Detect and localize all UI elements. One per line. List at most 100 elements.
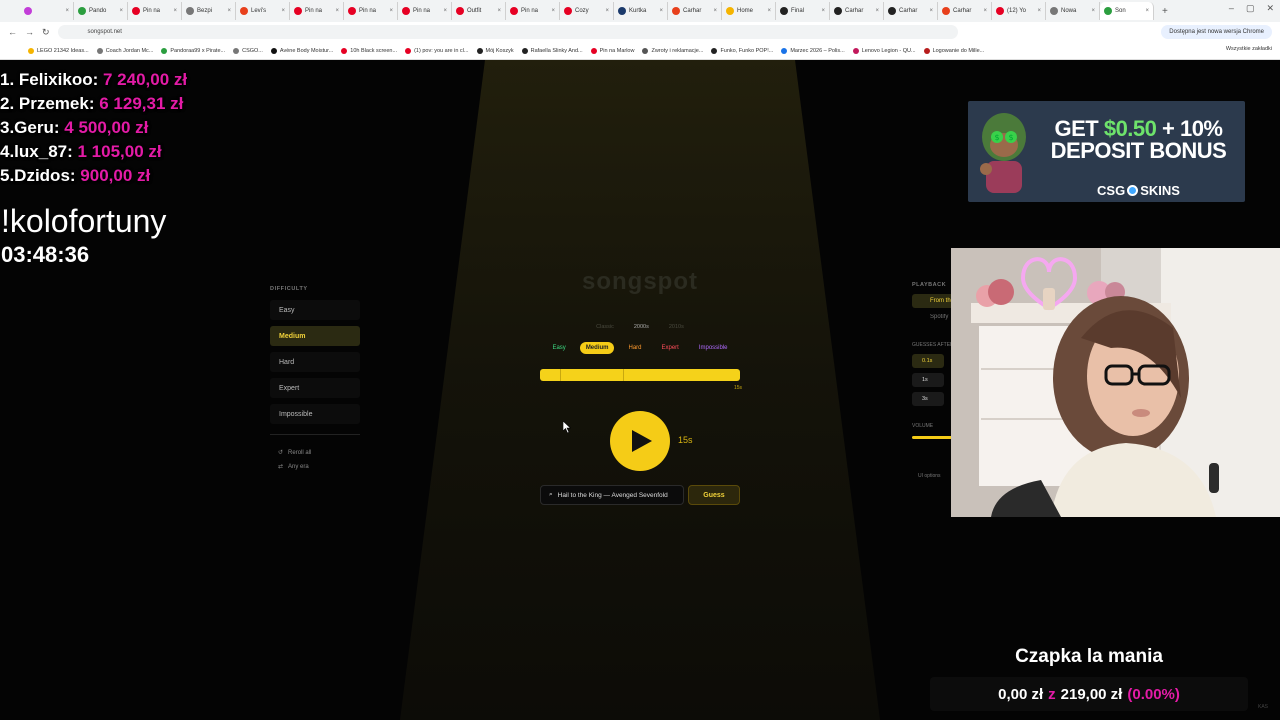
- browser-tab[interactable]: Pin na ×: [398, 2, 452, 20]
- difficulty-item-impossible[interactable]: Impossible: [270, 404, 360, 424]
- era-option[interactable]: 2010s: [669, 324, 684, 330]
- song-search-input[interactable]: ⌕ Hail to the King — Avenged Sevenfold: [540, 485, 684, 505]
- tab-close-icon[interactable]: ×: [281, 8, 285, 14]
- era-option[interactable]: 2000s: [634, 324, 649, 330]
- song-progress-bar[interactable]: [540, 369, 740, 381]
- new-tab-icon[interactable]: +: [1154, 6, 1176, 17]
- browser-tab[interactable]: Final ×: [776, 2, 830, 20]
- browser-tab[interactable]: Nowa ×: [1046, 2, 1100, 20]
- csgoskins-ad-banner[interactable]: $ $ GET $0.50 + 10% DEPOSIT BONUS CSG SK…: [968, 101, 1245, 202]
- close-icon[interactable]: ✕: [1266, 3, 1274, 14]
- browser-tab[interactable]: Pin na ×: [506, 2, 560, 20]
- difficulty-item-easy[interactable]: Easy: [270, 300, 360, 320]
- tab-close-icon[interactable]: ×: [1145, 8, 1149, 14]
- browser-tab[interactable]: Home ×: [722, 2, 776, 20]
- browser-tab[interactable]: Son ×: [1100, 2, 1154, 20]
- tab-close-icon[interactable]: ×: [1037, 8, 1041, 14]
- tab-close-icon[interactable]: ×: [119, 8, 123, 14]
- url-field[interactable]: songspot.net: [57, 25, 958, 39]
- maximize-icon[interactable]: ▢: [1246, 3, 1255, 14]
- bookmark-item[interactable]: (1) pov: you are in cl...: [405, 47, 469, 54]
- all-bookmarks-button[interactable]: Wszystkie zakładki: [1219, 46, 1272, 52]
- tab-close-icon[interactable]: ×: [443, 8, 447, 14]
- leaderboard-name: 4.lux_87:: [0, 142, 73, 161]
- ui-options-link[interactable]: UI options: [912, 473, 952, 479]
- tab-close-icon[interactable]: ×: [551, 8, 555, 14]
- browser-tab[interactable]: Cozy ×: [560, 2, 614, 20]
- tab-close-icon[interactable]: ×: [659, 8, 663, 14]
- tab-favicon-icon: [186, 7, 194, 15]
- tab-close-icon[interactable]: ×: [821, 8, 825, 14]
- bookmark-item[interactable]: CSGO...: [233, 47, 263, 54]
- bookmark-item[interactable]: Lenovo Legion - QU...: [852, 47, 916, 54]
- difficulty-item-expert[interactable]: Expert: [270, 378, 360, 398]
- bookmark-item[interactable]: Pin na Marlow: [590, 47, 634, 54]
- browser-tab[interactable]: Carhar ×: [938, 2, 992, 20]
- any-era-button[interactable]: ⇄ Any era: [270, 463, 360, 471]
- minimize-icon[interactable]: –: [1229, 3, 1234, 14]
- bookmark-item[interactable]: LEGO 21342 Ideas...: [28, 47, 89, 54]
- reload-icon[interactable]: ↻: [42, 27, 50, 38]
- browser-tab[interactable]: Carhar ×: [830, 2, 884, 20]
- bookmark-item[interactable]: Zwroty i reklamacje...: [642, 47, 703, 54]
- from-start-option[interactable]: From the start: [912, 294, 952, 308]
- difficulty-item-hard[interactable]: Hard: [270, 352, 360, 372]
- back-icon[interactable]: ←: [8, 27, 17, 37]
- browser-tab[interactable]: Carhar ×: [668, 2, 722, 20]
- bookmark-item[interactable]: Pandoraa99 x Pirate...: [161, 47, 226, 54]
- browser-tab[interactable]: Kurtka ×: [614, 2, 668, 20]
- bookmark-item[interactable]: Logowanie do Mille...: [923, 47, 984, 54]
- tab-close-icon[interactable]: ×: [1091, 8, 1095, 14]
- tab-close-icon[interactable]: ×: [605, 8, 609, 14]
- forward-icon[interactable]: →: [25, 27, 34, 37]
- browser-tab[interactable]: Pin na ×: [344, 2, 398, 20]
- bookmark-item[interactable]: Mój Koszyk: [476, 47, 514, 54]
- bookmark-item[interactable]: Marzec 2026 – Polis...: [781, 47, 845, 54]
- pill-easy[interactable]: Easy: [546, 342, 571, 354]
- tab-close-icon[interactable]: ×: [929, 8, 933, 14]
- bookmark-item[interactable]: Avène Body Moistur...: [270, 47, 333, 54]
- bookmark-item[interactable]: 10h Black screen...: [341, 47, 397, 54]
- tab-close-icon[interactable]: ×: [497, 8, 501, 14]
- difficulty-item-medium[interactable]: Medium: [270, 326, 360, 346]
- pill-medium[interactable]: Medium: [579, 342, 615, 354]
- guess-after-chip[interactable]: 1s: [912, 373, 944, 387]
- play-button[interactable]: [610, 411, 670, 471]
- reroll-all-button[interactable]: ↺ Reroll all: [270, 449, 360, 457]
- tab-close-icon[interactable]: ×: [713, 8, 717, 14]
- guess-after-chip[interactable]: 3s: [912, 392, 944, 406]
- tab-close-icon[interactable]: ×: [983, 8, 987, 14]
- guess-button[interactable]: Guess: [688, 485, 740, 505]
- tab-close-icon[interactable]: ×: [227, 8, 231, 14]
- browser-tab[interactable]: Levi's ×: [236, 2, 290, 20]
- browser-tab[interactable]: Pin na ×: [128, 2, 182, 20]
- pill-expert[interactable]: Expert: [656, 342, 685, 354]
- tab-close-icon[interactable]: ×: [173, 8, 177, 14]
- chrome-update-chip[interactable]: Dostępna jest nowa wersja Chrome: [1161, 25, 1272, 39]
- browser-tab[interactable]: Outfit ×: [452, 2, 506, 20]
- bookmark-item[interactable]: Rafaella Slinky And...: [521, 47, 583, 54]
- browser-tab[interactable]: Carhar ×: [884, 2, 938, 20]
- bookmark-label: Pandoraa99 x Pirate...: [170, 47, 226, 54]
- browser-tab[interactable]: (12) Yo ×: [992, 2, 1046, 20]
- difficulty-title: DIFFICULTY: [270, 286, 308, 292]
- pill-impossible[interactable]: Impossible: [693, 342, 734, 354]
- tab-close-icon[interactable]: ×: [767, 8, 771, 14]
- tab-close-icon[interactable]: ×: [65, 8, 69, 14]
- bookmark-item[interactable]: Coach Jordan Mc...: [96, 47, 153, 54]
- pill-hard[interactable]: Hard: [622, 342, 647, 354]
- era-option[interactable]: Classic: [596, 324, 614, 330]
- spotify-option[interactable]: Spotify: [912, 314, 952, 320]
- browser-tab[interactable]: Pando ×: [74, 2, 128, 20]
- tab-close-icon[interactable]: ×: [389, 8, 393, 14]
- browser-tab[interactable]: ×: [20, 2, 74, 20]
- tab-close-icon[interactable]: ×: [335, 8, 339, 14]
- browser-tab[interactable]: Bezpi ×: [182, 2, 236, 20]
- browser-tab[interactable]: Pin na ×: [290, 2, 344, 20]
- bookmark-favicon-icon: [642, 47, 649, 54]
- bookmark-item[interactable]: Funko, Funko POP!...: [711, 47, 773, 54]
- tab-close-icon[interactable]: ×: [875, 8, 879, 14]
- bookmark-favicon-icon: [341, 47, 348, 54]
- guess-after-chip[interactable]: 0.1s: [912, 354, 944, 368]
- volume-slider[interactable]: [912, 436, 952, 439]
